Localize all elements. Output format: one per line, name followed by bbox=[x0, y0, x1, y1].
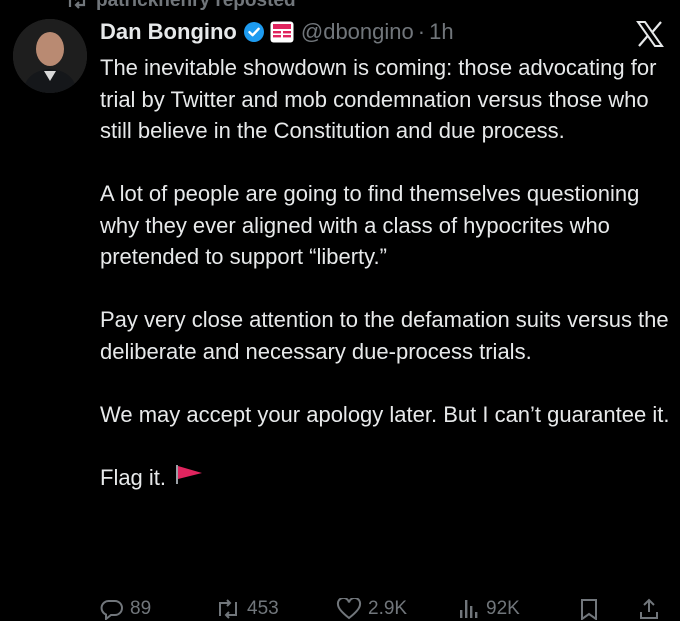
author-handle[interactable]: @dbongino bbox=[301, 19, 414, 45]
retweet-count: 453 bbox=[247, 598, 279, 619]
like-button[interactable]: 2.9K bbox=[336, 598, 407, 620]
header-separator: · bbox=[417, 19, 426, 44]
red-flag-icon bbox=[174, 462, 204, 494]
tweet-paragraph: The inevitable showdown is coming: those… bbox=[100, 55, 657, 143]
reply-icon bbox=[100, 598, 124, 620]
tweet-paragraph-flag: Flag it. bbox=[100, 462, 670, 494]
reply-button[interactable]: 89 bbox=[100, 598, 151, 620]
views-count: 92K bbox=[486, 598, 520, 619]
tweet-paragraph: Pay very close attention to the defamati… bbox=[100, 307, 669, 364]
like-count: 2.9K bbox=[368, 598, 408, 619]
bookmark-icon bbox=[578, 598, 600, 620]
repost-icon bbox=[66, 0, 88, 9]
heart-icon bbox=[336, 598, 362, 620]
retweet-icon bbox=[215, 598, 241, 620]
author-name[interactable]: Dan Bongino bbox=[100, 19, 237, 45]
share-button[interactable] bbox=[638, 598, 660, 620]
x-logo-icon[interactable] bbox=[636, 21, 664, 47]
tweet-paragraph: A lot of people are going to find themse… bbox=[100, 181, 640, 269]
tweet-paragraph: Flag it. bbox=[100, 464, 167, 490]
views-button[interactable]: 92K bbox=[456, 598, 520, 620]
bookmark-button[interactable] bbox=[578, 598, 600, 620]
views-icon bbox=[456, 598, 480, 620]
avatar[interactable] bbox=[13, 19, 87, 93]
repost-text: patrickhenry reposted bbox=[96, 0, 296, 11]
reply-count: 89 bbox=[130, 598, 152, 619]
tweet-paragraph: We may accept your apology later. But I … bbox=[100, 401, 670, 427]
affiliate-badge-icon[interactable] bbox=[270, 21, 294, 43]
share-icon bbox=[638, 598, 660, 620]
verified-badge-icon[interactable] bbox=[243, 21, 265, 43]
timestamp[interactable]: 1h bbox=[429, 19, 453, 45]
tweet-header: Dan Bongino @dbongino · 1h bbox=[100, 14, 454, 50]
repost-indicator[interactable]: patrickhenry reposted bbox=[66, 0, 296, 11]
retweet-button[interactable]: 453 bbox=[215, 598, 279, 620]
tweet-body: The inevitable showdown is coming: those… bbox=[100, 52, 670, 493]
